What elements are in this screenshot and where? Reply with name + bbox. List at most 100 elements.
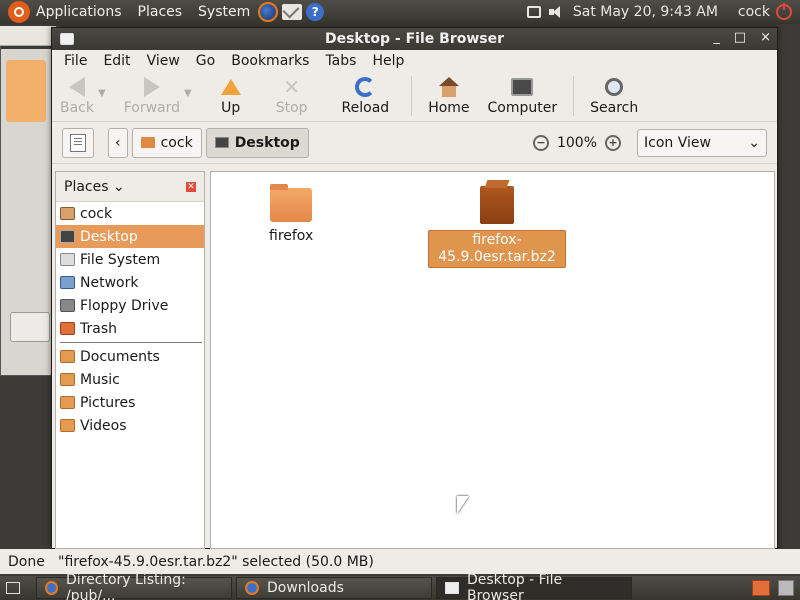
stop-button[interactable]: ✕ Stop bbox=[276, 72, 308, 116]
status-left: Done bbox=[8, 553, 45, 570]
background-window-button[interactable] bbox=[10, 312, 50, 342]
file-label-selected: firefox-45.9.0esr.tar.bz2 bbox=[428, 230, 566, 268]
path-crumb-desktop[interactable]: Desktop bbox=[205, 127, 309, 158]
sidebar-item-music[interactable]: Music bbox=[56, 368, 204, 391]
toolbar-separator bbox=[411, 76, 413, 116]
user-menu[interactable]: cock bbox=[738, 4, 770, 20]
places-sidebar: Places ⌄ ✕ cock Desktop File System Netw… bbox=[55, 171, 205, 549]
sidebar-type-dropdown[interactable]: Places ⌄ bbox=[64, 179, 125, 195]
sidebar-divider bbox=[60, 342, 202, 343]
firefox-icon bbox=[45, 581, 59, 595]
folder-icon bbox=[60, 419, 75, 432]
window-menu-icon[interactable] bbox=[60, 33, 74, 45]
sidebar-item-network[interactable]: Network bbox=[56, 271, 204, 294]
zoom-in-icon[interactable]: + bbox=[605, 134, 621, 151]
sidebar-item-desktop[interactable]: Desktop bbox=[56, 225, 204, 248]
sidebar-item-file-system[interactable]: File System bbox=[56, 248, 204, 271]
system-menu[interactable]: System bbox=[198, 4, 250, 20]
window-title: Desktop - File Browser bbox=[324, 31, 505, 47]
trash-applet-icon[interactable] bbox=[752, 580, 770, 596]
ubuntu-logo-icon[interactable] bbox=[8, 1, 30, 23]
chevron-down-icon: ⌄ bbox=[748, 134, 760, 151]
home-folder-icon bbox=[140, 137, 155, 148]
sidebar-header: Places ⌄ ✕ bbox=[56, 172, 204, 202]
minimize-button[interactable]: _ bbox=[713, 30, 720, 45]
status-bar: Done "firefox-45.9.0esr.tar.bz2" selecte… bbox=[0, 549, 800, 574]
back-arrow-icon bbox=[69, 77, 85, 97]
file-manager-icon bbox=[445, 582, 459, 594]
menu-go[interactable]: Go bbox=[196, 53, 215, 69]
sidebar-item-trash[interactable]: Trash bbox=[56, 317, 204, 340]
close-button[interactable]: × bbox=[760, 30, 771, 45]
toolbar: Back ▼ Forward ▼ Up ✕ Stop Reload Home C… bbox=[52, 72, 777, 122]
menu-edit[interactable]: Edit bbox=[103, 53, 130, 69]
up-button[interactable]: Up bbox=[220, 72, 242, 116]
folder-icon bbox=[270, 184, 313, 222]
home-button[interactable]: Home bbox=[428, 72, 470, 116]
mail-launcher-icon[interactable] bbox=[282, 4, 303, 20]
sidebar-item-documents[interactable]: Documents bbox=[56, 345, 204, 368]
forward-history-dropdown[interactable]: ▼ bbox=[184, 88, 192, 99]
places-menu[interactable]: Places bbox=[138, 4, 183, 20]
stop-icon: ✕ bbox=[283, 75, 300, 99]
status-message: "firefox-45.9.0esr.tar.bz2" selected (50… bbox=[58, 553, 374, 570]
background-window-toolbar bbox=[0, 26, 56, 46]
workspace-switcher-icon[interactable] bbox=[778, 580, 794, 596]
menu-help[interactable]: Help bbox=[372, 53, 404, 69]
file-view[interactable]: firefox firefox-45.9.0esr.tar.bz2 bbox=[210, 171, 775, 549]
mouse-pointer-icon bbox=[457, 496, 469, 514]
volume-icon[interactable] bbox=[548, 6, 565, 18]
file-item-archive[interactable]: firefox-45.9.0esr.tar.bz2 bbox=[428, 186, 566, 268]
power-icon[interactable] bbox=[776, 3, 792, 20]
sidebar-item-floppy[interactable]: Floppy Drive bbox=[56, 294, 204, 317]
file-browser-window: Desktop - File Browser _ □ × File Edit V… bbox=[51, 27, 778, 549]
task-file-browser[interactable]: Desktop - File Browser bbox=[436, 572, 632, 600]
search-button[interactable]: Search bbox=[590, 72, 638, 116]
close-sidebar-icon[interactable]: ✕ bbox=[186, 181, 196, 192]
desktop-icon bbox=[60, 230, 75, 243]
reload-button[interactable]: Reload bbox=[342, 72, 389, 116]
back-button[interactable]: Back bbox=[60, 72, 94, 116]
show-desktop-icon[interactable] bbox=[6, 582, 20, 594]
file-item-folder[interactable]: firefox bbox=[269, 184, 313, 244]
clock[interactable]: Sat May 20, 9:43 AM bbox=[573, 4, 718, 20]
menubar: File Edit View Go Bookmarks Tabs Help bbox=[52, 50, 777, 72]
view-mode-select[interactable]: Icon View ⌄ bbox=[637, 128, 767, 157]
forward-button[interactable]: Forward bbox=[124, 72, 180, 116]
trash-icon bbox=[60, 322, 75, 335]
help-launcher-icon[interactable]: ? bbox=[306, 3, 325, 21]
window-titlebar[interactable]: Desktop - File Browser _ □ × bbox=[52, 28, 777, 50]
top-panel: Applications Places System ? Sat May 20,… bbox=[0, 0, 800, 24]
back-history-dropdown[interactable]: ▼ bbox=[98, 88, 106, 99]
toggle-location-entry-button[interactable] bbox=[62, 127, 94, 158]
computer-button[interactable]: Computer bbox=[488, 72, 557, 116]
maximize-button[interactable]: □ bbox=[734, 30, 746, 45]
sidebar-item-videos[interactable]: Videos bbox=[56, 414, 204, 437]
menu-tabs[interactable]: Tabs bbox=[325, 53, 356, 69]
task-directory-listing[interactable]: Directory Listing: /pub/... bbox=[36, 572, 232, 600]
menu-view[interactable]: View bbox=[147, 53, 180, 69]
archive-icon bbox=[480, 186, 514, 224]
folder-icon bbox=[60, 350, 75, 363]
up-arrow-icon bbox=[220, 79, 241, 95]
edit-location-icon bbox=[70, 133, 86, 152]
floppy-icon bbox=[60, 299, 75, 312]
reload-icon bbox=[355, 77, 376, 97]
firefox-launcher-icon[interactable] bbox=[258, 2, 279, 22]
applications-menu[interactable]: Applications bbox=[36, 4, 122, 20]
network-status-icon[interactable] bbox=[526, 6, 541, 18]
task-downloads[interactable]: Downloads bbox=[236, 577, 432, 599]
sidebar-item-pictures[interactable]: Pictures bbox=[56, 391, 204, 414]
zoom-out-icon[interactable]: − bbox=[532, 134, 549, 151]
forward-arrow-icon bbox=[143, 77, 160, 97]
menu-file[interactable]: File bbox=[64, 53, 87, 69]
path-crumb-home[interactable]: cock bbox=[131, 127, 202, 158]
search-icon bbox=[605, 78, 624, 96]
menu-bookmarks[interactable]: Bookmarks bbox=[231, 53, 309, 69]
sidebar-item-home[interactable]: cock bbox=[56, 202, 204, 225]
toolbar-separator bbox=[573, 76, 575, 116]
zoom-level[interactable]: 100% bbox=[557, 135, 597, 151]
bottom-panel: Directory Listing: /pub/... Downloads De… bbox=[0, 572, 800, 600]
path-back-button[interactable]: ‹ bbox=[108, 127, 128, 158]
location-bar: ‹ cock Desktop − 100% + Icon View ⌄ bbox=[52, 122, 777, 164]
